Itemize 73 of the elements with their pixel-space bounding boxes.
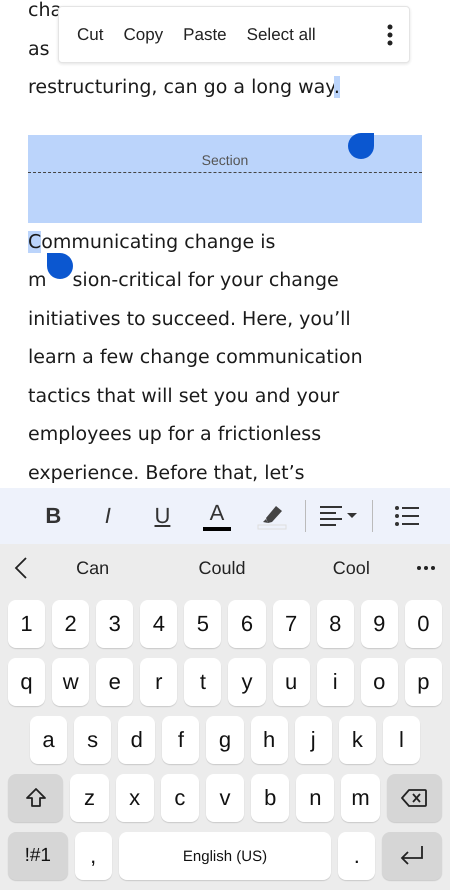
backspace-icon bbox=[401, 789, 428, 807]
bold-button[interactable]: B bbox=[26, 496, 81, 536]
key[interactable]: 4 bbox=[140, 600, 178, 648]
key[interactable]: q bbox=[8, 658, 46, 706]
key[interactable]: p bbox=[404, 658, 442, 706]
enter-key[interactable] bbox=[382, 832, 442, 880]
more-icon[interactable] bbox=[416, 565, 436, 571]
key[interactable]: w bbox=[52, 658, 90, 706]
suggestion-word[interactable]: Could bbox=[157, 556, 287, 580]
document-text-line: tactics that will set you and your bbox=[28, 384, 340, 408]
document-text-line: initiatives to succeed. Here, you’ll bbox=[28, 306, 351, 332]
document-text-line: restructuring, can go a long way. bbox=[28, 75, 340, 100]
key[interactable]: 1 bbox=[8, 600, 46, 648]
font-color-button[interactable]: A bbox=[190, 496, 244, 536]
key[interactable]: 8 bbox=[316, 600, 354, 648]
key[interactable]: f bbox=[162, 716, 200, 764]
key[interactable]: y bbox=[228, 658, 266, 706]
key[interactable]: s bbox=[74, 716, 112, 764]
document-text-line: employees up for a frictionless bbox=[28, 422, 322, 447]
key[interactable]: c bbox=[160, 774, 199, 822]
key[interactable]: d bbox=[118, 716, 156, 764]
key[interactable]: x bbox=[116, 774, 154, 822]
menu-item[interactable]: Cut bbox=[69, 18, 112, 50]
key[interactable]: n bbox=[296, 774, 334, 822]
key[interactable]: 7 bbox=[272, 600, 310, 648]
key[interactable]: a bbox=[30, 716, 68, 764]
shift-icon bbox=[24, 787, 47, 809]
key[interactable]: r bbox=[140, 658, 178, 706]
key[interactable]: t bbox=[184, 658, 222, 706]
document-text-line: m bbox=[28, 268, 47, 293]
document-text-line: Communicating change is bbox=[28, 230, 276, 254]
italic-button[interactable]: I bbox=[80, 496, 136, 536]
space-key[interactable]: English (US) bbox=[118, 832, 332, 880]
symbols-key[interactable]: !#1 bbox=[8, 832, 68, 880]
key[interactable]: i bbox=[316, 658, 354, 706]
document-text-line: sion-critical for your change bbox=[72, 268, 339, 293]
suggestion-word[interactable]: Cool bbox=[286, 556, 416, 580]
key[interactable]: . bbox=[338, 832, 376, 880]
key[interactable]: k bbox=[338, 716, 376, 764]
document-text-line: as bbox=[28, 36, 50, 62]
key[interactable]: 3 bbox=[96, 600, 134, 648]
enter-icon bbox=[399, 845, 426, 867]
key[interactable]: u bbox=[272, 658, 310, 706]
backspace-key[interactable] bbox=[386, 774, 442, 822]
key[interactable]: z bbox=[70, 774, 109, 822]
key[interactable]: v bbox=[206, 774, 244, 822]
shift-key[interactable] bbox=[8, 774, 64, 822]
section-label: Section bbox=[202, 152, 248, 168]
key[interactable]: 2 bbox=[52, 600, 90, 648]
key[interactable]: g bbox=[206, 716, 244, 764]
underline-button[interactable]: U bbox=[135, 496, 190, 536]
key[interactable]: j bbox=[294, 716, 332, 764]
key[interactable]: e bbox=[96, 658, 134, 706]
bullet-list-icon bbox=[394, 506, 419, 526]
key[interactable]: , bbox=[74, 832, 112, 880]
key[interactable]: 0 bbox=[404, 600, 442, 648]
key[interactable]: 9 bbox=[360, 600, 398, 648]
align-left-icon bbox=[320, 505, 358, 527]
menu-item[interactable]: Select all bbox=[238, 18, 324, 50]
menu-item[interactable]: Copy bbox=[115, 18, 172, 50]
key[interactable]: b bbox=[251, 774, 290, 822]
document-text-line: experience. Before that, let’s bbox=[28, 460, 305, 486]
back-chevron-icon[interactable] bbox=[14, 556, 28, 580]
key[interactable]: h bbox=[250, 716, 288, 764]
document-text-line: learn a few change communication bbox=[28, 345, 363, 370]
key[interactable]: 5 bbox=[184, 600, 222, 648]
key[interactable]: l bbox=[382, 716, 420, 764]
menu-item[interactable]: Paste bbox=[175, 18, 235, 50]
key[interactable]: o bbox=[360, 658, 398, 706]
key[interactable]: m bbox=[341, 774, 380, 822]
suggestion-word[interactable]: Can bbox=[28, 556, 158, 580]
key[interactable]: 6 bbox=[228, 600, 266, 648]
selection-handle[interactable] bbox=[46, 253, 73, 279]
